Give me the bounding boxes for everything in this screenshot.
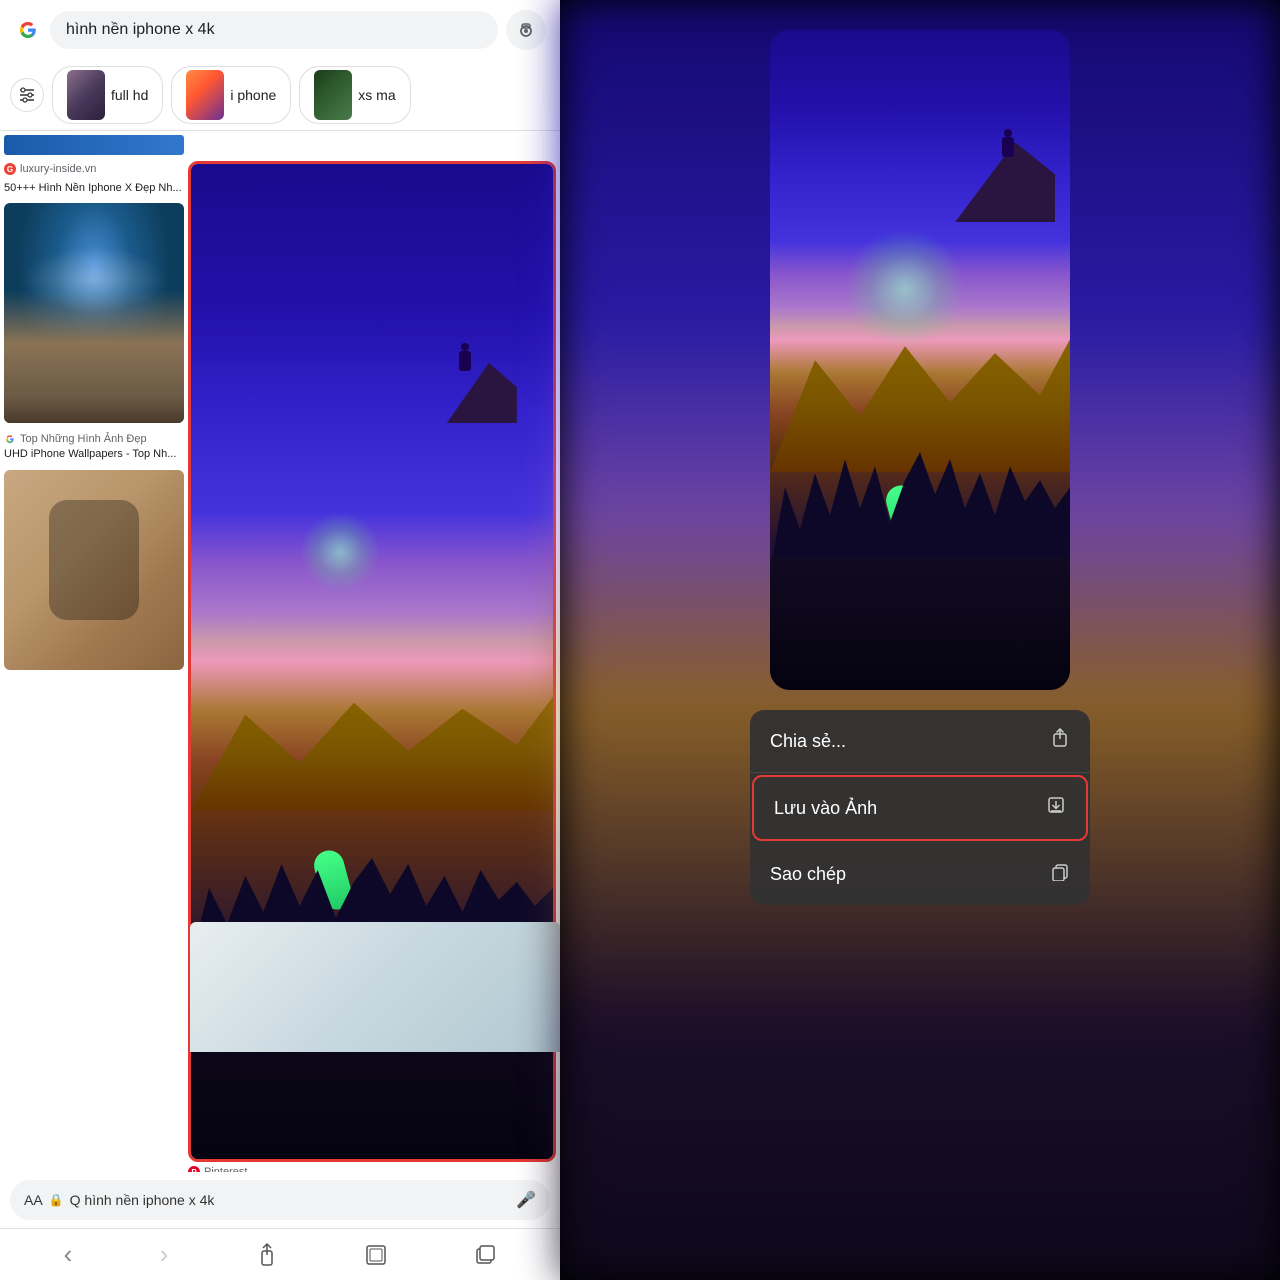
partial-bottom-image[interactable] <box>190 922 560 1052</box>
share-button[interactable] <box>256 1243 278 1267</box>
context-menu: Chia sẻ... Lưu vào Ảnh Sao <box>750 710 1090 905</box>
mountains <box>191 691 553 811</box>
address-bar[interactable]: AA 🔒 Q hình nền iphone x 4k 🎤 <box>10 1180 550 1220</box>
copy-menu-icon <box>1050 861 1070 887</box>
partial-top-bar <box>4 135 184 155</box>
save-image-menu-item[interactable]: Lưu vào Ảnh <box>752 775 1088 841</box>
right-hiker <box>998 129 1016 169</box>
chip-full-hd[interactable]: full hd <box>52 66 163 124</box>
chip-iphone[interactable]: i phone <box>171 66 291 124</box>
result-title-1: 50+++ Hình Nền Iphone X Đẹp Nh... <box>4 181 184 195</box>
chip-thumb-xs <box>314 70 352 120</box>
left-column: G luxury-inside.vn 50+++ Hình Nền Iphone… <box>4 161 184 1172</box>
google-logo-icon <box>14 16 42 44</box>
aerial-image[interactable] <box>4 203 184 423</box>
search-bar: hình nền iphone x 4k <box>0 0 560 60</box>
bottom-nav: ‹ › <box>0 1228 560 1280</box>
right-column: P Pinterest Pin on Hình nền <box>188 161 556 1172</box>
hiker <box>455 343 473 383</box>
right-bottom-dark <box>770 558 1070 690</box>
url-text[interactable]: Q hình nền iphone x 4k <box>70 1192 510 1208</box>
left-panel: hình nền iphone x 4k full hd <box>0 0 560 1280</box>
save-menu-icon <box>1046 795 1066 821</box>
bookmarks-button[interactable] <box>365 1244 387 1266</box>
pinterest-icon: P <box>188 1166 200 1172</box>
lock-icon: 🔒 <box>49 1193 64 1207</box>
source-dot-2 <box>4 433 16 445</box>
search-input[interactable]: hình nền iphone x 4k <box>50 11 498 49</box>
right-moon-glow <box>845 228 965 348</box>
pinterest-source: P Pinterest <box>188 1166 556 1172</box>
image-grid: G luxury-inside.vn 50+++ Hình Nền Iphone… <box>0 157 560 1172</box>
chip-xs[interactable]: xs ma <box>299 66 410 124</box>
right-mountains <box>770 332 1070 472</box>
share-menu-item[interactable]: Chia sẻ... <box>750 710 1090 773</box>
right-panel: Chia sẻ... Lưu vào Ảnh Sao <box>560 0 1280 1280</box>
copy-menu-item[interactable]: Sao chép <box>750 843 1090 905</box>
phone-case-image[interactable] <box>4 470 184 670</box>
filter-row: full hd i phone xs ma <box>0 60 560 131</box>
mic-icon[interactable]: 🎤 <box>516 1190 536 1210</box>
chip-thumb-iphone <box>186 70 224 120</box>
forward-button[interactable]: › <box>160 1239 169 1270</box>
source-dot-1: G <box>4 163 16 175</box>
tabs-button[interactable] <box>474 1244 496 1266</box>
result-title-2: UHD iPhone Wallpapers - Top Nh... <box>4 447 184 461</box>
source-group-2: Top Những Hình Ảnh Đẹp UHD iPhone Wallpa… <box>4 431 184 465</box>
right-wallpaper-preview[interactable] <box>770 30 1070 690</box>
moon-glow <box>300 512 380 592</box>
back-button[interactable]: ‹ <box>64 1239 73 1270</box>
filter-icon[interactable] <box>10 78 44 112</box>
chip-thumb-full-hd <box>67 70 105 120</box>
camera-search-icon[interactable] <box>506 10 546 50</box>
result-source-1: G luxury-inside.vn <box>4 161 184 177</box>
result-source-2: Top Những Hình Ảnh Đẹp <box>4 431 184 447</box>
content-area: G luxury-inside.vn 50+++ Hình Nền Iphone… <box>0 131 560 1172</box>
aa-text[interactable]: AA <box>24 1192 43 1208</box>
share-menu-icon <box>1050 728 1070 754</box>
